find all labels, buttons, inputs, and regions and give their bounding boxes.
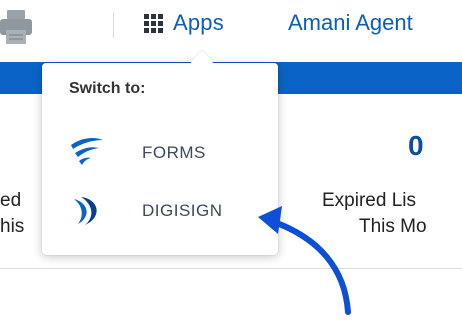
section-divider <box>0 268 462 269</box>
apps-grid-icon <box>144 13 163 33</box>
menu-item-digisign[interactable]: DIGISIGN <box>42 189 278 233</box>
stat-label-left-line2: his <box>0 216 25 237</box>
stat-label-left-line1: ed <box>0 190 22 211</box>
apps-dropdown-menu: Switch to: FORMS DIGISIGN <box>42 50 278 255</box>
digisign-logo-icon <box>74 197 97 225</box>
forms-logo-icon <box>71 137 103 165</box>
expired-listings-count: 0 <box>408 130 424 161</box>
menu-item-forms[interactable]: FORMS <box>42 131 278 175</box>
header-divider <box>113 12 114 38</box>
user-menu[interactable]: Amani Agent <box>288 10 413 36</box>
printer-icon[interactable] <box>0 8 32 46</box>
menu-item-digisign-label: DIGISIGN <box>142 201 223 220</box>
apps-button[interactable]: Apps <box>144 8 224 38</box>
switch-to-heading: Switch to: <box>69 80 146 97</box>
top-bar: Apps Amani Agent <box>0 0 462 62</box>
menu-item-forms-label: FORMS <box>142 143 206 162</box>
stat-label-right-line1: Expired Lis <box>322 190 416 211</box>
stat-label-right-line2: This Mo <box>359 216 427 237</box>
apps-label: Apps <box>173 10 224 35</box>
